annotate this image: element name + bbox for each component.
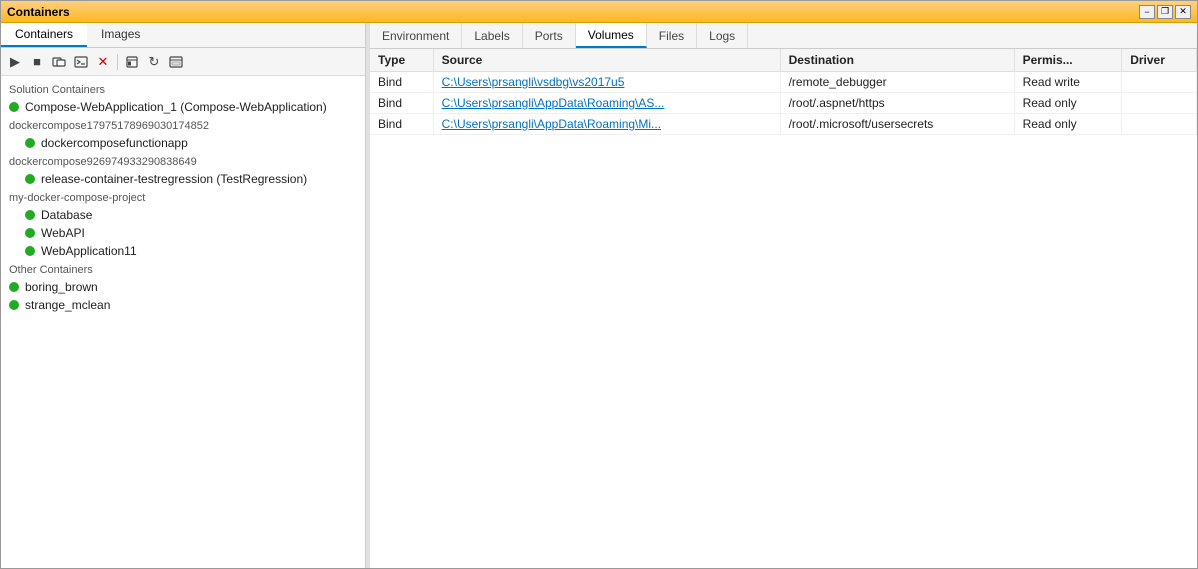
cell-driver <box>1122 72 1197 93</box>
refresh-button[interactable]: ↻ <box>144 52 164 72</box>
cell-source-link[interactable]: C:\Users\prsangli\AppData\Roaming\AS... <box>433 93 780 114</box>
status-dot <box>25 246 35 256</box>
cell-type: Bind <box>370 72 433 93</box>
status-dot <box>9 102 19 112</box>
group-other-containers: Other Containers <box>1 260 365 278</box>
cell-driver <box>1122 93 1197 114</box>
list-item-boring-brown[interactable]: boring_brown <box>1 278 365 296</box>
sidebar: Containers Images ▶ ■ <box>1 23 366 568</box>
cell-source-link[interactable]: C:\Users\prsangli\AppData\Roaming\Mi... <box>433 114 780 135</box>
cell-destination: /remote_debugger <box>780 72 1014 93</box>
status-dot <box>9 282 19 292</box>
table-row[interactable]: Bind C:\Users\prsangli\AppData\Roaming\A… <box>370 93 1197 114</box>
tab-containers[interactable]: Containers <box>1 23 87 47</box>
sidebar-content: Solution Containers Compose-WebApplicati… <box>1 76 365 568</box>
delete-button[interactable]: ✕ <box>93 52 113 72</box>
title-bar: Containers − ❐ ✕ <box>1 1 1197 23</box>
table-row[interactable]: Bind C:\Users\prsangli\AppData\Roaming\M… <box>370 114 1197 135</box>
tab-ports[interactable]: Ports <box>523 23 576 48</box>
status-dot <box>25 138 35 148</box>
main-area: Containers Images ▶ ■ <box>1 23 1197 568</box>
tab-images[interactable]: Images <box>87 23 154 47</box>
volumes-table-container: Type Source Destination Permis... Driver… <box>370 49 1197 568</box>
list-item-database[interactable]: Database <box>1 206 365 224</box>
group-my-docker-compose: my-docker-compose-project <box>1 188 365 206</box>
cell-driver <box>1122 114 1197 135</box>
close-button[interactable]: ✕ <box>1175 5 1191 19</box>
status-dot <box>9 300 19 310</box>
col-destination: Destination <box>780 49 1014 72</box>
list-item-webapplication11[interactable]: WebApplication11 <box>1 242 365 260</box>
attach-button[interactable] <box>49 52 69 72</box>
cell-permissions: Read only <box>1014 93 1122 114</box>
cell-permissions: Read write <box>1014 72 1122 93</box>
list-item-webapi[interactable]: WebAPI <box>1 224 365 242</box>
shell-button[interactable] <box>71 52 91 72</box>
list-item-dockercomposefunctionapp[interactable]: dockercomposefunctionapp <box>1 134 365 152</box>
status-dot <box>25 174 35 184</box>
stop-button[interactable]: ■ <box>27 52 47 72</box>
cell-type: Bind <box>370 114 433 135</box>
status-dot <box>25 228 35 238</box>
tab-environment[interactable]: Environment <box>370 23 462 48</box>
col-driver: Driver <box>1122 49 1197 72</box>
col-type: Type <box>370 49 433 72</box>
tab-labels[interactable]: Labels <box>462 23 522 48</box>
sidebar-tabs: Containers Images <box>1 23 365 48</box>
minimize-button[interactable]: − <box>1139 5 1155 19</box>
tab-logs[interactable]: Logs <box>697 23 748 48</box>
build-button[interactable] <box>122 52 142 72</box>
list-item-release-container[interactable]: release-container-testregression (TestRe… <box>1 170 365 188</box>
cell-destination: /root/.aspnet/https <box>780 93 1014 114</box>
col-source: Source <box>433 49 780 72</box>
play-button[interactable]: ▶ <box>5 52 25 72</box>
volumes-table: Type Source Destination Permis... Driver… <box>370 49 1197 135</box>
more-button[interactable] <box>166 52 186 72</box>
table-header-row: Type Source Destination Permis... Driver <box>370 49 1197 72</box>
col-permissions: Permis... <box>1014 49 1122 72</box>
main-window: Containers − ❐ ✕ Containers Images ▶ ■ <box>0 0 1198 569</box>
cell-destination: /root/.microsoft/usersecrets <box>780 114 1014 135</box>
cell-type: Bind <box>370 93 433 114</box>
detail-tabs: Environment Labels Ports Volumes Files L… <box>370 23 1197 49</box>
tab-files[interactable]: Files <box>647 23 697 48</box>
status-dot <box>25 210 35 220</box>
group-solution-containers: Solution Containers <box>1 80 365 98</box>
cell-source-link[interactable]: C:\Users\prsangli\vsdbg\vs2017u5 <box>433 72 780 93</box>
table-row[interactable]: Bind C:\Users\prsangli\vsdbg\vs2017u5 /r… <box>370 72 1197 93</box>
separator-1 <box>117 54 118 70</box>
list-item-compose-webapplication[interactable]: Compose-WebApplication_1 (Compose-WebApp… <box>1 98 365 116</box>
group-dockercompose2: dockercompose926974933290838649 <box>1 152 365 170</box>
window-title: Containers <box>7 5 70 19</box>
group-dockercompose1: dockercompose17975178969030174852 <box>1 116 365 134</box>
right-panel: Environment Labels Ports Volumes Files L… <box>370 23 1197 568</box>
tab-volumes[interactable]: Volumes <box>576 23 647 48</box>
list-item-strange-mclean[interactable]: strange_mclean <box>1 296 365 314</box>
cell-permissions: Read only <box>1014 114 1122 135</box>
restore-button[interactable]: ❐ <box>1157 5 1173 19</box>
title-bar-controls: − ❐ ✕ <box>1139 5 1191 19</box>
sidebar-toolbar: ▶ ■ ✕ <box>1 48 365 76</box>
